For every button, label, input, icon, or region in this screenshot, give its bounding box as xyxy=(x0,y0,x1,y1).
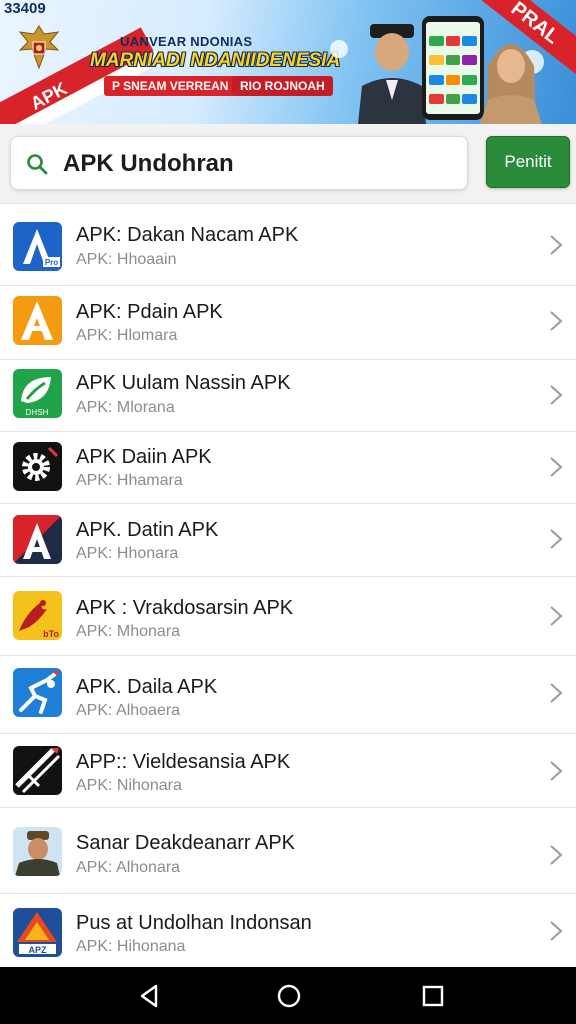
search-button[interactable]: Penitit xyxy=(486,136,570,188)
officer-portrait-icon xyxy=(13,827,62,876)
chevron-right-icon xyxy=(550,235,563,255)
phone-screen xyxy=(426,22,480,114)
app-subtitle: APK: Hhamara xyxy=(76,472,183,489)
app-list-item[interactable]: APK. Datin APK APK: Hhonara xyxy=(0,504,576,577)
chevron-right-icon xyxy=(550,457,563,477)
banner-title: MARNIADI NDANIIDENESIA xyxy=(90,50,341,71)
app-subtitle: APK: Mhonara xyxy=(76,623,181,640)
status-time: 33409 xyxy=(4,0,46,17)
slash-logo-icon xyxy=(13,746,62,795)
app-list-item[interactable]: bTo APK : Vrakdosarsin APK APK: Mhonara xyxy=(0,577,576,656)
chevron-right-icon xyxy=(550,683,563,703)
green-leaf-icon: DHSH xyxy=(13,369,62,418)
app-title: APK. Datin APK xyxy=(76,519,219,541)
letter-a-red-icon xyxy=(13,515,62,564)
decor-dot xyxy=(330,40,348,58)
runner-icon xyxy=(13,668,62,717)
app-subtitle: APK: Nihonara xyxy=(76,777,182,794)
app-title: APK Uulam Nassin APK xyxy=(76,372,291,394)
chevron-right-icon xyxy=(550,921,563,941)
app-list-item[interactable]: APK: Pdain APK APK: Hlomara xyxy=(0,286,576,360)
app-list-item[interactable]: APK. Daila APK APK: Alhoaera xyxy=(0,656,576,734)
search-field[interactable] xyxy=(10,136,468,190)
woman-figure-icon xyxy=(480,44,542,124)
svg-text:bTo: bTo xyxy=(43,629,59,639)
search-bar: Penitit xyxy=(0,124,576,204)
banner-pill-right: RIO ROJNOAH xyxy=(232,76,333,96)
app-title: APK : Vrakdosarsin APK xyxy=(76,597,294,619)
back-triangle-icon[interactable] xyxy=(134,981,164,1011)
chevron-right-icon xyxy=(550,311,563,331)
app-subtitle: APK: Hhoaain xyxy=(76,251,177,268)
triangle-logo-icon: APZ xyxy=(13,908,62,957)
chevron-right-icon xyxy=(550,761,563,781)
app-list-item[interactable]: Sanar Deakdeanarr APK APK: Alhonara xyxy=(0,808,576,894)
man-figure-icon xyxy=(358,24,426,124)
app-title: APK: Pdain APK xyxy=(76,301,223,323)
app-title: Sanar Deakdeanarr APK xyxy=(76,832,296,854)
chevron-right-icon xyxy=(550,606,563,626)
eagle-icon: bTo xyxy=(13,591,62,640)
search-icon xyxy=(27,154,48,175)
app-list-item[interactable]: APZ Pus at Undolhan Indonsan APK: Hihona… xyxy=(0,894,576,967)
app-title: APK. Daila APK xyxy=(76,676,218,698)
app-subtitle: APK: Alhonara xyxy=(76,859,181,876)
app-title: APP:: Vieldesansia APK xyxy=(76,751,291,773)
app-list-item[interactable]: APP:: Vieldesansia APK APK: Nihonara xyxy=(0,734,576,808)
chevron-right-icon xyxy=(550,529,563,549)
chevron-right-icon xyxy=(550,845,563,865)
svg-text:DHSH: DHSH xyxy=(26,408,49,417)
app-title: APK Daiin APK xyxy=(76,446,212,468)
app-subtitle: APK: Alhoaera xyxy=(76,702,181,719)
app-title: APK: Dakan Nacam APK xyxy=(76,224,299,246)
banner-pill-left: P SNEAM VERREAN xyxy=(104,76,237,96)
recent-square-icon[interactable] xyxy=(418,981,448,1011)
app-title: Pus at Undolhan Indonsan xyxy=(76,912,312,934)
app-subtitle: APK: Hhonara xyxy=(76,545,179,562)
svg-text:APZ: APZ xyxy=(29,945,48,955)
banner-subtitle: UANVEAR NDONIAS xyxy=(120,34,253,49)
letter-a-orange-icon xyxy=(13,296,62,345)
home-circle-icon[interactable] xyxy=(274,981,304,1011)
garuda-emblem-icon xyxy=(18,25,60,70)
app-list-item[interactable]: DHSH APK Uulam Nassin APK APK: Mlorana xyxy=(0,360,576,432)
app-list-item[interactable]: Pro APK: Dakan Nacam APK APK: Hhoaain xyxy=(0,204,576,286)
phone-mockup xyxy=(422,16,484,120)
promo-banner[interactable]: PRAL 33409 APK UANVEAR NDONIAS MARNIADI … xyxy=(0,0,576,124)
app-list-item[interactable]: APK Daiin APK APK: Hhamara xyxy=(0,432,576,504)
system-nav-bar xyxy=(0,967,576,1024)
letter-a-blue-icon: Pro xyxy=(13,222,62,271)
app-subtitle: APK: Hlomara xyxy=(76,327,178,344)
app-subtitle: APK: Mlorana xyxy=(76,399,175,416)
svg-text:Pro: Pro xyxy=(45,258,58,267)
gear-icon xyxy=(13,442,62,491)
app-subtitle: APK: Hihonana xyxy=(76,938,186,955)
search-input[interactable] xyxy=(63,145,459,183)
chevron-right-icon xyxy=(550,385,563,405)
app-list: Pro APK: Dakan Nacam APK APK: Hhoaain AP… xyxy=(0,204,576,967)
